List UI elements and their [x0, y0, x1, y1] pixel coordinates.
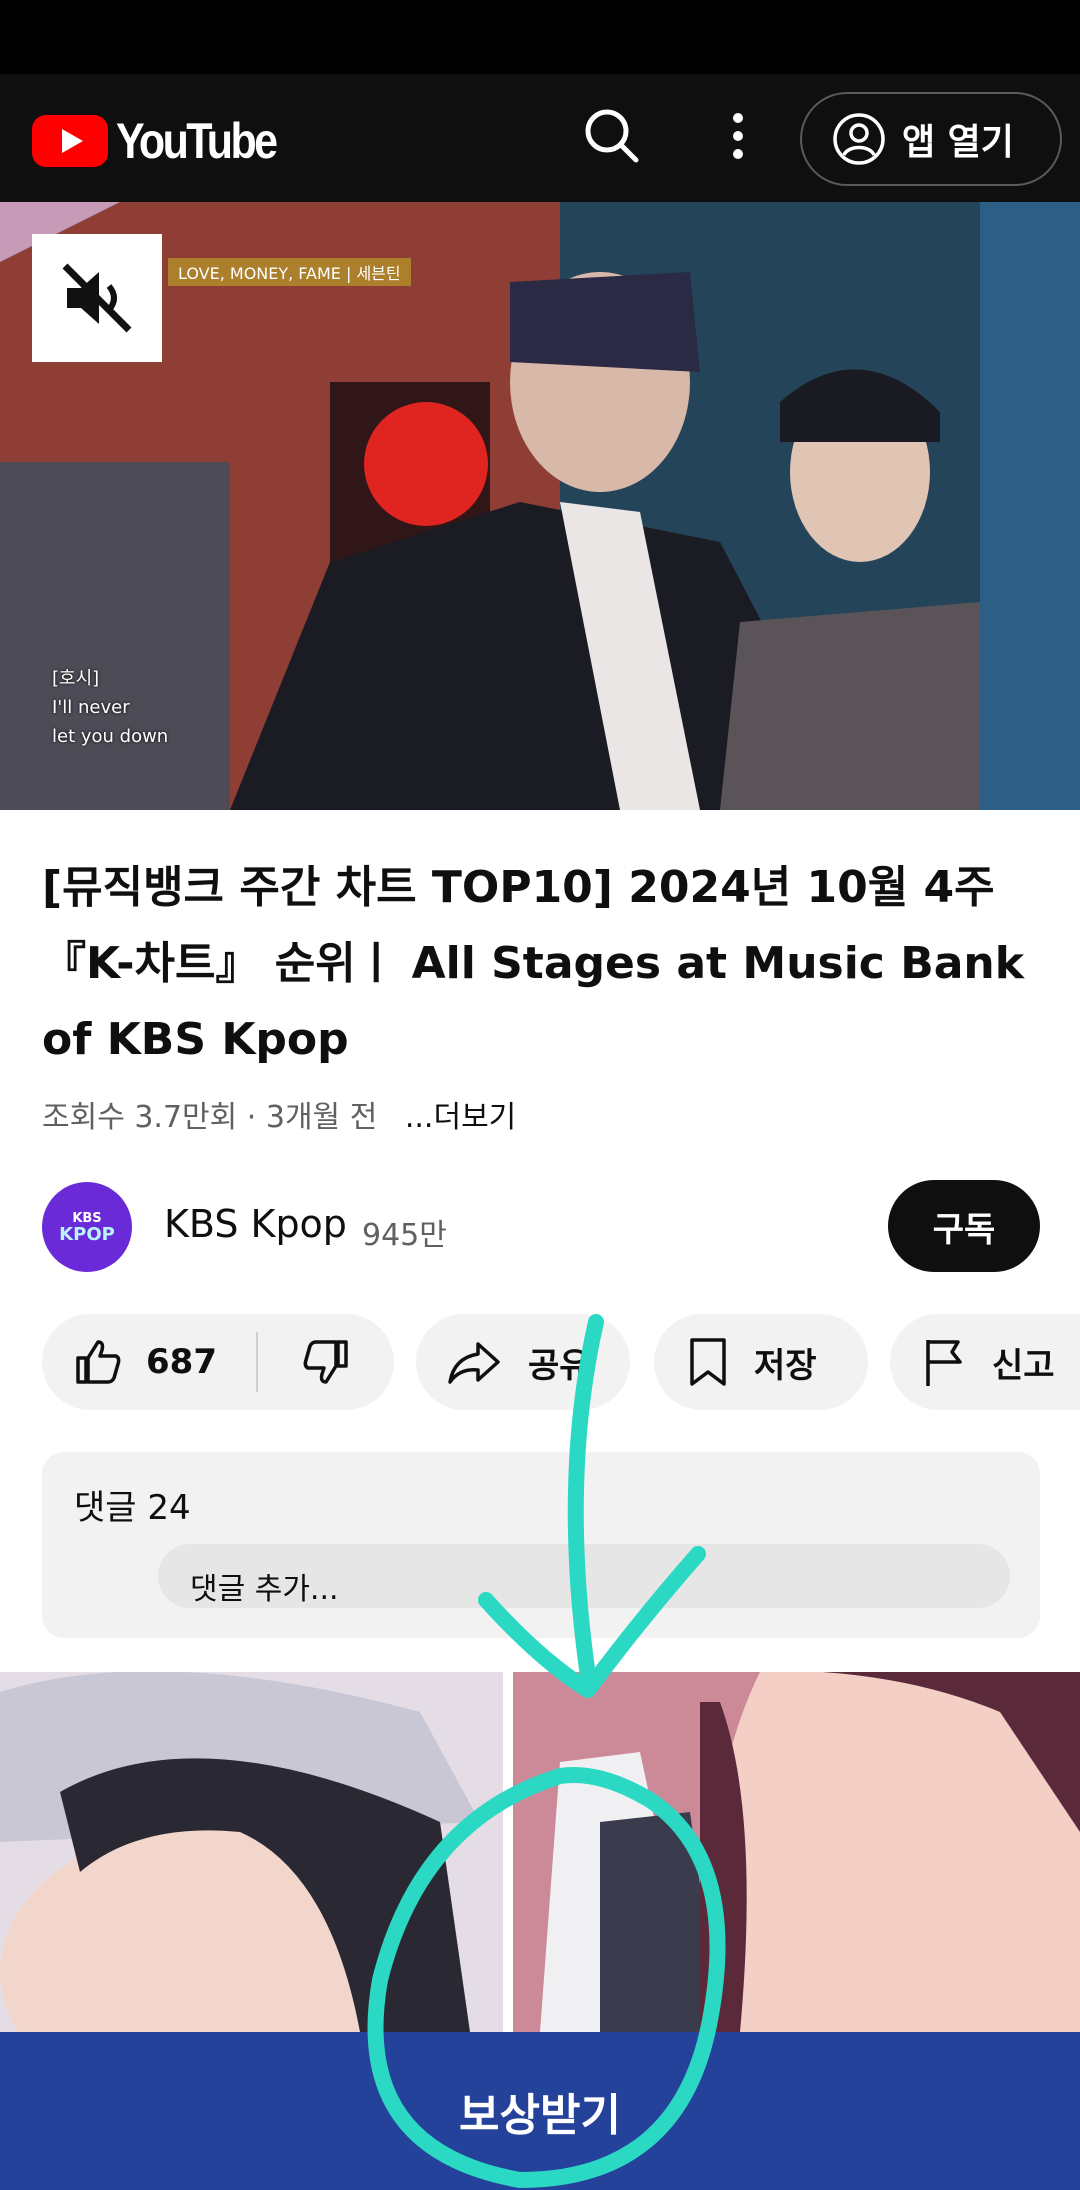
bookmark-icon [690, 1338, 726, 1386]
meta-separator: · [246, 1100, 266, 1135]
save-button[interactable]: 저장 [654, 1314, 868, 1410]
video-title[interactable]: [뮤직뱅크 주간 차트 TOP10] 2024년 10월 4주 『K-차트』 순… [42, 850, 1042, 1078]
youtube-logo[interactable]: YouTube [32, 112, 301, 170]
action-bar: 687 공유 저장 신고 [0, 1314, 1080, 1410]
channel-avatar[interactable]: KBS KPOP [42, 1182, 132, 1272]
like-button[interactable]: 687 [42, 1314, 256, 1410]
video-meta[interactable]: 조회수 3.7만회 · 3개월 전 ...더보기 [42, 1092, 516, 1136]
next-video-thumbnail[interactable] [0, 1672, 1080, 2032]
more-vert-icon [733, 113, 743, 159]
volume-off-icon [62, 263, 132, 333]
thumbs-up-icon [76, 1340, 121, 1384]
add-comment-input[interactable]: 댓글 추가... [158, 1544, 1010, 1608]
avatar-text-bottom: KPOP [59, 1224, 115, 1245]
youtube-play-icon [32, 115, 108, 167]
comment-count: 댓글 24 [74, 1488, 191, 1528]
report-label: 신고 [992, 1345, 1055, 1386]
dislike-button[interactable] [258, 1314, 394, 1410]
top-app-bar: YouTube 앱 열기 [0, 74, 1080, 202]
subscriber-count: 945만 [362, 1218, 447, 1253]
channel-name[interactable]: KBS Kpop [164, 1202, 347, 1246]
account-icon [833, 113, 885, 165]
youtube-mobile-screen: { "app": { "logo_text": "YouTube", "bran… [0, 0, 1080, 2190]
song-caption: LOVE, MONEY, FAME | 세븐틴 [168, 258, 411, 286]
search-icon [585, 109, 639, 163]
more-description-link[interactable]: ...더보기 [405, 1100, 516, 1135]
reward-button[interactable]: 보상받기 [0, 2032, 1080, 2190]
open-app-button[interactable]: 앱 열기 [800, 92, 1062, 186]
video-player[interactable]: LOVE, MONEY, FAME | 세븐틴 [호시] I'll never … [0, 202, 1080, 810]
lyric-subtitle: [호시] I'll never let you down [52, 664, 168, 751]
comments-section[interactable]: 댓글 24 댓글 추가... [42, 1452, 1040, 1638]
status-bar [0, 0, 1080, 74]
lyric-line: I'll never [52, 697, 130, 718]
mute-toggle-button[interactable] [32, 234, 162, 362]
thumbnail-art [0, 1672, 1080, 2032]
lyric-line: [호시] [52, 668, 100, 689]
youtube-wordmark: YouTube [116, 113, 278, 169]
share-label: 공유 [528, 1345, 591, 1386]
thumbnail-split [503, 1672, 513, 2032]
share-icon [448, 1342, 500, 1384]
search-button[interactable] [580, 104, 644, 168]
flag-icon [926, 1340, 962, 1386]
thumbs-down-icon [303, 1340, 348, 1384]
share-button[interactable]: 공유 [416, 1314, 630, 1410]
like-count: 687 [146, 1342, 217, 1382]
report-button[interactable]: 신고 [890, 1314, 1080, 1410]
open-app-label: 앱 열기 [902, 122, 1014, 163]
like-dislike-pill: 687 [42, 1314, 394, 1410]
save-label: 저장 [754, 1345, 817, 1386]
subscribe-button[interactable]: 구독 [888, 1180, 1040, 1272]
lyric-line: let you down [52, 726, 169, 747]
upload-age: 3개월 전 [265, 1100, 378, 1135]
view-count: 조회수 3.7만회 [42, 1100, 238, 1135]
more-options-button[interactable] [718, 104, 758, 168]
